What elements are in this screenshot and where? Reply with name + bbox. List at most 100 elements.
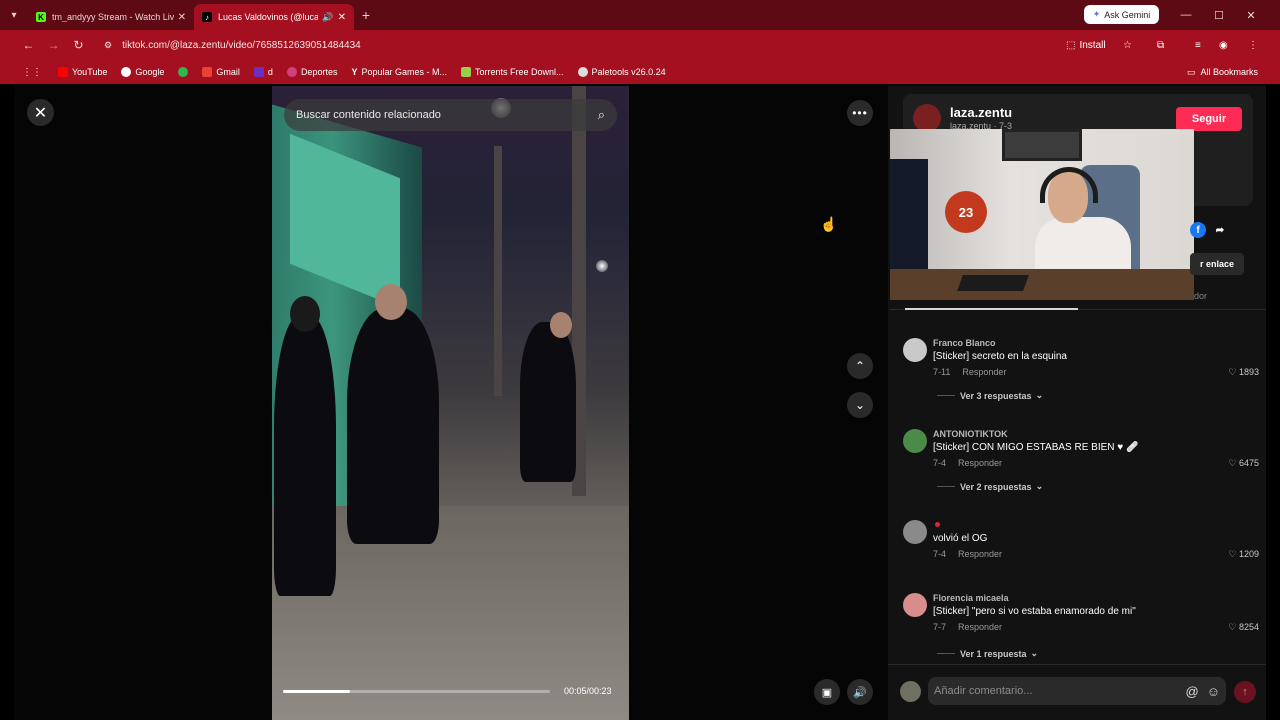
basketball-logo: 23 [945, 191, 987, 233]
yandex-icon: Y [351, 67, 358, 77]
comment-date: 7-11 [933, 367, 951, 377]
video-time: 00:05/00:23 [564, 686, 612, 696]
apps-grid-icon[interactable]: ⋮⋮ [22, 67, 42, 78]
tab-search-button[interactable]: ▾ [0, 0, 28, 30]
video-progress-bar[interactable] [283, 690, 550, 693]
more-options-icon[interactable]: ••• [847, 100, 873, 126]
maximize-button[interactable]: ☐ [1203, 0, 1235, 30]
install-button[interactable]: ⬚ Install [1066, 30, 1106, 60]
comment-username[interactable]: Florencia micaela [933, 593, 1009, 603]
view-replies-button[interactable]: Ver 3 respuestas ⌄ [937, 390, 1043, 401]
url-text[interactable]: tiktok.com/@laza.zentu/video/76585126390… [122, 40, 361, 51]
deportes-icon [286, 67, 297, 77]
comment-avatar[interactable] [903, 593, 927, 617]
view-replies-label: Ver 2 respuestas [960, 481, 1032, 492]
menu-kebab-icon[interactable]: ⋮ [1248, 30, 1258, 60]
tab-tiktok[interactable]: ♪ Lucas Valdovinos (@lucasv... 🔊 ✕ [194, 4, 354, 30]
bookmark-d[interactable]: d [253, 67, 273, 77]
follow-button[interactable]: Seguir [1176, 107, 1242, 131]
media-icon[interactable]: ≡ [1195, 30, 1201, 60]
like-count: 8254 [1238, 622, 1259, 632]
author-avatar[interactable] [913, 104, 941, 132]
red-dot-icon [935, 522, 940, 527]
minimize-button[interactable]: — [1170, 0, 1202, 30]
like-count: 1893 [1238, 367, 1259, 377]
forward-icon[interactable]: → [41, 38, 66, 52]
back-icon[interactable]: ← [16, 38, 41, 52]
comment-text: volvió el OG [933, 533, 988, 544]
reload-icon[interactable]: ↻ [66, 38, 91, 52]
reply-button[interactable]: Responder [958, 622, 1002, 632]
reply-button[interactable]: Responder [958, 458, 1002, 468]
close-tab-icon[interactable]: ✕ [338, 12, 346, 23]
comment-username[interactable]: Franco Blanco [933, 338, 996, 348]
close-tab-icon[interactable]: ✕ [178, 12, 186, 23]
green-site-icon [178, 67, 189, 77]
tab-twitch-stream[interactable]: K tm_andyyy Stream - Watch Live ✕ [28, 4, 194, 30]
comment-likes[interactable]: ♡ 8254 [1228, 622, 1259, 633]
speaker-icon[interactable]: 🔊 [322, 12, 333, 23]
mention-icon[interactable]: @ [1186, 684, 1199, 699]
bookmark-deportes[interactable]: Deportes [286, 67, 337, 77]
close-video-button[interactable]: ✕ [27, 99, 54, 126]
share-arrow-icon[interactable]: ➦ [1212, 222, 1228, 238]
webcam-desk [890, 269, 1194, 300]
site-info-icon[interactable]: ⚙ [104, 40, 112, 51]
close-window-button[interactable]: ✕ [1235, 0, 1267, 30]
comment-likes[interactable]: ♡ 1209 [1228, 549, 1259, 560]
author-name[interactable]: laza.zentu [950, 105, 1012, 120]
ask-gemini-button[interactable]: ✦ Ask Gemini [1084, 5, 1159, 24]
bookmark-gmail[interactable]: Gmail [202, 67, 240, 77]
facebook-icon[interactable]: f [1190, 222, 1206, 238]
comment-date: 7-7 [933, 622, 947, 632]
bookmark-torrents[interactable]: Torrents Free Downl... [461, 67, 564, 77]
previous-video-button[interactable]: ⌃ [847, 353, 873, 379]
gmail-icon [202, 67, 213, 77]
reply-button[interactable]: Responder [958, 549, 1002, 559]
pip-icon: ▣ [821, 686, 833, 699]
comment-username[interactable]: ANTONIOTIKTOK [933, 429, 1008, 439]
comment-input[interactable]: Añadir comentario... @ ☺ [928, 677, 1226, 705]
video-scene-person [274, 316, 336, 596]
comment-avatar[interactable] [903, 520, 927, 544]
comments-tab-indicator [905, 308, 1078, 310]
view-replies-label: Ver 3 respuestas [960, 390, 1032, 401]
truncated-text: dor [1194, 291, 1208, 301]
address-bar[interactable]: ⚙ tiktok.com/@laza.zentu/video/765851263… [98, 34, 1058, 56]
video-player[interactable] [272, 86, 629, 720]
comment-likes[interactable]: ♡ 6475 [1228, 458, 1259, 469]
emoji-icon[interactable]: ☺ [1207, 684, 1220, 699]
extensions-icon[interactable]: ⧉ [1157, 30, 1164, 60]
related-search-input[interactable]: Buscar contenido relacionado ⌕ [284, 99, 617, 131]
bookmark-paletools[interactable]: Paletools v26.0.24 [577, 67, 666, 77]
reply-button[interactable]: Responder [962, 367, 1006, 377]
comment-avatar[interactable] [903, 429, 927, 453]
view-replies-button[interactable]: Ver 2 respuestas ⌄ [937, 481, 1043, 492]
video-scene-head [375, 284, 407, 320]
video-scene-head [550, 312, 572, 338]
all-bookmarks[interactable]: ▭ All Bookmarks [1187, 60, 1258, 84]
copy-link-button[interactable]: r enlace [1190, 253, 1244, 275]
comment-input-icons: @ ☺ [1186, 684, 1220, 699]
bookmark-green[interactable] [178, 67, 189, 77]
search-icon[interactable]: ⌕ [598, 107, 605, 123]
bookmark-google[interactable]: Google [121, 67, 164, 77]
webcam-frame [1002, 129, 1082, 161]
view-replies-label: Ver 1 respuesta [960, 648, 1027, 659]
profile-avatar[interactable]: ◉ [1219, 30, 1228, 60]
chevron-up-icon: ⌃ [854, 359, 866, 373]
next-video-button[interactable]: ⌄ [847, 392, 873, 418]
comment-likes[interactable]: ♡ 1893 [1228, 367, 1259, 378]
comment-avatar[interactable] [903, 338, 927, 362]
view-replies-button[interactable]: Ver 1 respuesta ⌄ [937, 648, 1038, 659]
new-tab-button[interactable]: + [354, 7, 378, 23]
bookmark-label: Popular Games - M... [361, 67, 448, 77]
bookmark-popular-games[interactable]: Y Popular Games - M... [351, 67, 447, 77]
bookmark-star-icon[interactable]: ☆ [1123, 30, 1132, 60]
webcam-monitor [890, 159, 928, 279]
pip-button[interactable]: ▣ [814, 679, 840, 705]
send-button[interactable]: ↑ [1234, 681, 1256, 703]
install-icon: ⬚ [1066, 39, 1076, 51]
volume-button[interactable]: 🔊 [847, 679, 873, 705]
bookmark-youtube[interactable]: YouTube [58, 67, 107, 77]
